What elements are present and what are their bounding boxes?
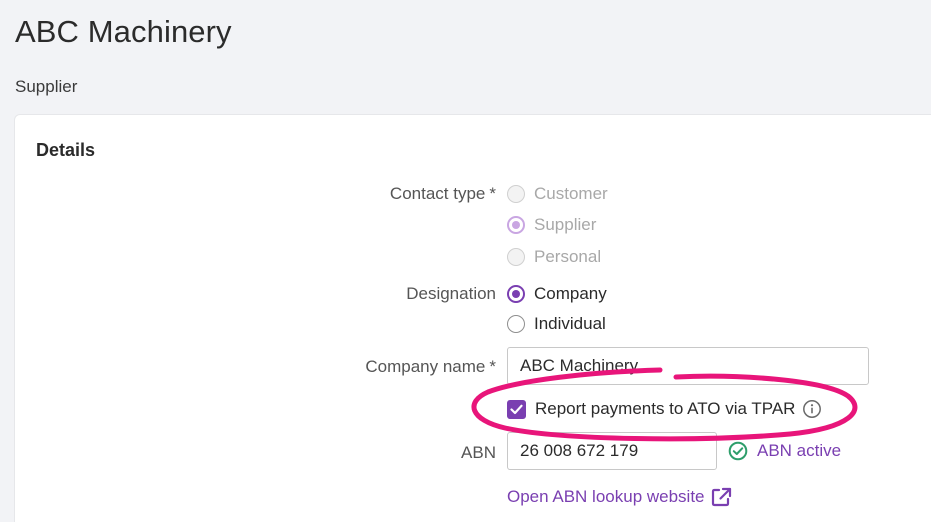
radio-designation-individual[interactable]: Individual [507,314,606,334]
tpar-checkbox[interactable] [507,399,526,419]
abn-status: ABN active [728,441,841,461]
tpar-checkbox-row[interactable]: Report payments to ATO via TPAR [507,399,822,419]
radio-label: Personal [534,247,602,266]
abn-status-text: ABN active [757,441,842,460]
radio-label: Customer [534,184,608,203]
designation-label: Designation [406,284,496,303]
page-title: ABC Machinery [15,14,232,49]
contact-type-label: Contact type * [389,184,496,203]
abn-label: ABN [461,443,496,462]
info-icon[interactable] [802,399,822,419]
radio-designation-company[interactable]: Company [507,284,607,304]
abn-lookup-link[interactable]: Open ABN lookup website [507,487,732,507]
radio-circle [507,315,525,333]
radio-circle [507,185,525,203]
radio-contact-customer[interactable]: Customer [507,184,608,204]
radio-contact-supplier[interactable]: Supplier [507,215,596,235]
external-link-icon [711,487,732,507]
checkmark-icon [510,404,523,414]
abn-input[interactable] [507,432,717,470]
contact-type-subtitle: Supplier [15,77,78,96]
radio-circle [507,248,525,266]
radio-label: Supplier [534,215,597,234]
radio-label: Individual [534,314,606,333]
section-title-details: Details [36,140,96,160]
company-name-label: Company name * [365,357,496,376]
radio-contact-personal[interactable]: Personal [507,247,601,267]
abn-lookup-link-text: Open ABN lookup website [507,487,705,506]
radio-label: Company [534,284,607,303]
tpar-label: Report payments to ATO via TPAR [535,399,796,418]
check-circle-icon [728,441,748,461]
company-name-input[interactable] [507,347,869,385]
radio-circle [507,216,525,234]
radio-circle [507,285,525,303]
